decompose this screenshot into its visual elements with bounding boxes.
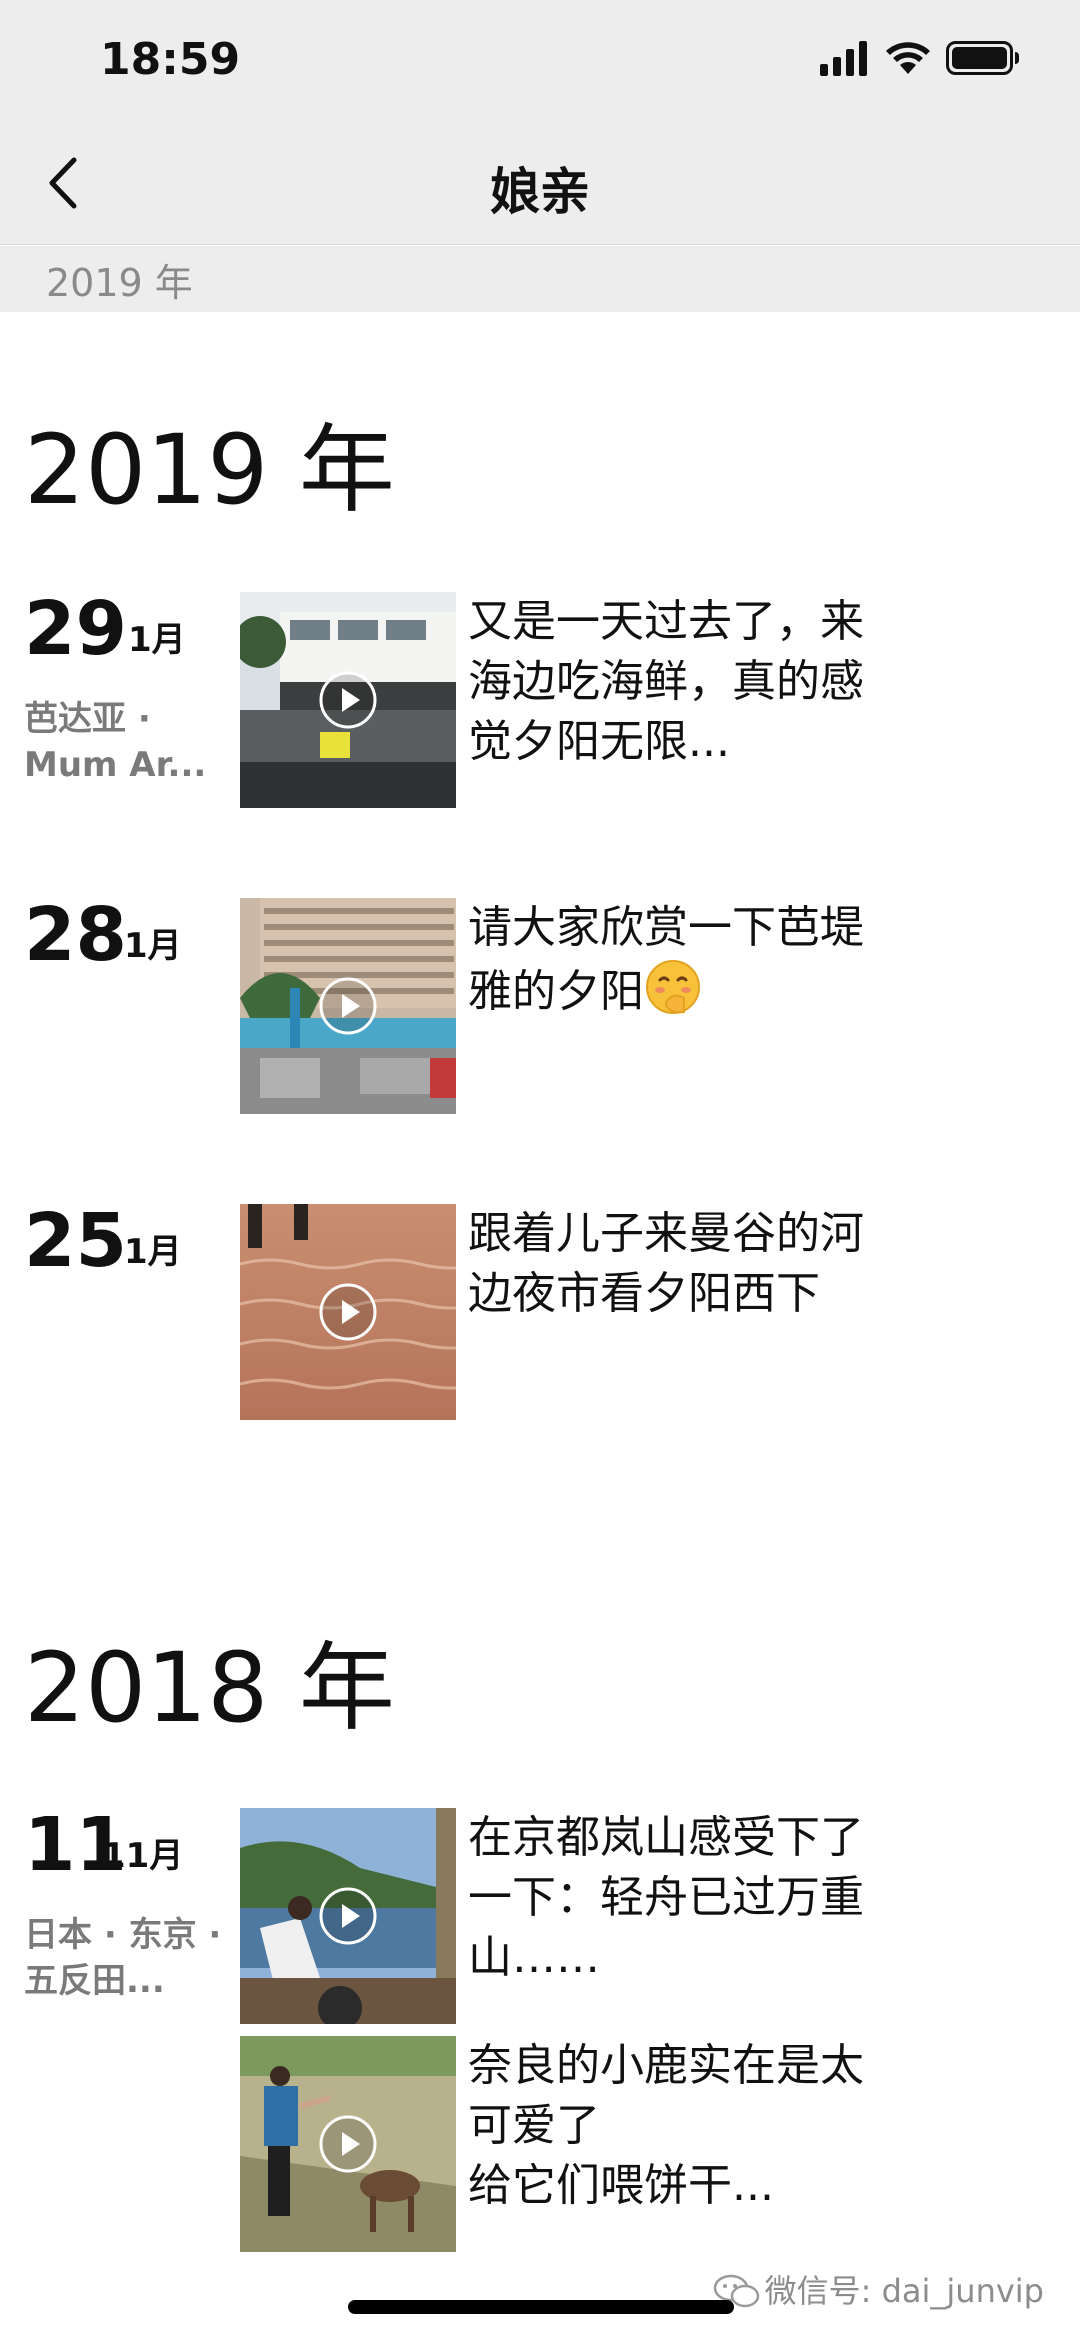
- video-thumbnail[interactable]: [240, 898, 456, 1114]
- home-indicator: [348, 2300, 734, 2314]
- video-thumbnail[interactable]: [240, 2036, 456, 2252]
- entry-day: 28: [24, 892, 127, 978]
- entry-month: 1月: [128, 620, 186, 660]
- play-icon: [319, 2115, 377, 2173]
- blushing-face-emoji-icon: [646, 960, 700, 1014]
- post-text[interactable]: 跟着儿子来曼谷的河边夜市看夕阳西下: [468, 1204, 888, 1324]
- post-text[interactable]: 又是一天过去了，来海边吃海鲜，真的感觉夕阳无限...: [468, 592, 888, 772]
- wifi-icon: [886, 42, 930, 74]
- video-thumbnail[interactable]: [240, 592, 456, 808]
- entry-month: 11月: [102, 1836, 184, 1876]
- entry-location: 日本 · 东京 · 五反田...: [24, 1915, 222, 2001]
- entry-month: 1月: [124, 926, 182, 966]
- battery-icon: [946, 41, 1019, 75]
- year-heading: 2018 年: [24, 1632, 395, 1744]
- signal-icon: [820, 41, 867, 76]
- play-icon: [319, 977, 377, 1035]
- post-text[interactable]: 奈良的小鹿实在是太可爱了 给它们喂饼干...: [468, 2036, 888, 2216]
- watermark: 微信号: dai_junvip: [713, 2266, 1044, 2312]
- sticky-year-label: 2019 年: [46, 261, 193, 305]
- play-icon: [319, 1283, 377, 1341]
- entry-month: 1月: [124, 1232, 182, 1272]
- video-thumbnail[interactable]: [240, 1204, 456, 1420]
- year-heading: 2019 年: [24, 414, 395, 526]
- post-text[interactable]: 在京都岚山感受下了一下：轻舟已过万重山……: [468, 1808, 888, 1988]
- page-title: 娘亲: [490, 163, 590, 221]
- sticky-year-header: 2019 年: [0, 246, 1080, 312]
- nav-bar: 娘亲: [0, 122, 1080, 245]
- status-bar: 18:59: [0, 0, 1080, 122]
- video-thumbnail[interactable]: [240, 1808, 456, 2024]
- watermark-text: 微信号: dai_junvip: [764, 2272, 1044, 2310]
- play-icon: [319, 671, 377, 729]
- post-text[interactable]: 请大家欣赏一下芭堤雅的夕阳: [468, 898, 888, 1022]
- moments-album-page: 18:59 娘亲 2019 年 2019 年 29 1月 芭达亚 · Mum A…: [0, 0, 1080, 2339]
- play-icon: [319, 1887, 377, 1945]
- entry-day: 25: [24, 1198, 127, 1284]
- entry-day: 29: [24, 586, 127, 672]
- entry-location: 芭达亚 · Mum Ar...: [24, 699, 207, 785]
- status-time: 18:59: [100, 34, 241, 85]
